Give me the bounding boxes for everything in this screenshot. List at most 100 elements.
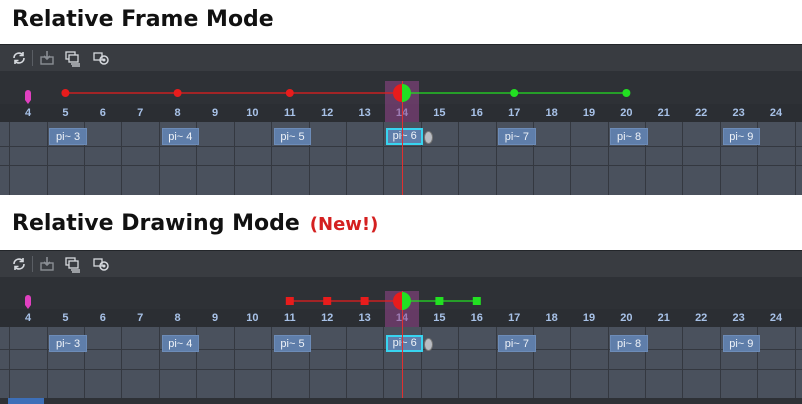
- current-handle-left: [393, 84, 402, 102]
- exposure-grid: pi~ 3 pi~ 4 pi~ 5 pi~ 6 pi~ 7 pi~ 8 pi~ 9: [0, 122, 802, 195]
- cel[interactable]: pi~ 3: [49, 128, 87, 145]
- frame-number: 12: [321, 107, 334, 119]
- frame-number: 21: [657, 312, 670, 324]
- frame-number: 23: [732, 107, 745, 119]
- previous-onion-point: [173, 89, 182, 97]
- frame-number: 9: [211, 107, 219, 119]
- frame-divider: [720, 327, 721, 404]
- frame-number: 9: [211, 312, 219, 324]
- frame-number: 7: [137, 107, 144, 119]
- previous-onion-point: [323, 297, 332, 305]
- onion-skin-icon: [64, 49, 82, 67]
- frame-number: 18: [545, 107, 558, 119]
- onion-settings-button[interactable]: [92, 49, 110, 67]
- scroll-thumb[interactable]: [8, 398, 44, 404]
- import-icon: [38, 255, 56, 273]
- frame-divider: [458, 327, 459, 404]
- frame-divider: [608, 122, 609, 195]
- bottom-scroll-strip[interactable]: [0, 398, 802, 404]
- frame-number: 17: [508, 107, 521, 119]
- frame-number: 16: [470, 107, 483, 119]
- frame-divider: [159, 122, 160, 195]
- new-badge: (New!): [309, 214, 379, 235]
- frame-divider: [121, 327, 122, 404]
- next-onion-point: [622, 89, 631, 97]
- frame-divider: [234, 327, 235, 404]
- frame-divider: [458, 122, 459, 195]
- cel-end-handle[interactable]: [424, 338, 433, 351]
- frame-number: 8: [174, 107, 181, 119]
- cel[interactable]: pi~ 9: [722, 335, 760, 352]
- cel-end-handle[interactable]: [424, 131, 433, 144]
- onion-settings-icon: [92, 49, 110, 67]
- timeline-panel-drawing-mode: 456789101112131415161718192021222324pi~ …: [0, 250, 802, 404]
- row-divider: [0, 146, 802, 147]
- frame-divider: [682, 122, 683, 195]
- frame-number: 20: [620, 312, 633, 324]
- frame-divider: [159, 327, 160, 404]
- frame-number: 7: [137, 312, 144, 324]
- onion-skin-button[interactable]: [64, 49, 82, 67]
- row-divider: [0, 369, 802, 370]
- loop-icon: [10, 255, 28, 273]
- onion-skin-icon: [64, 255, 82, 273]
- frame-number: 11: [283, 312, 296, 324]
- frame-divider: [682, 327, 683, 404]
- frame-divider: [9, 327, 10, 404]
- frame-number: 19: [582, 107, 596, 119]
- frame-number: 17: [508, 312, 521, 324]
- drawing-mode-title: Relative Drawing Mode: [12, 211, 300, 236]
- frame-divider: [496, 327, 497, 404]
- frame-divider: [570, 327, 571, 404]
- cel[interactable]: pi~ 7: [498, 128, 536, 145]
- frame-divider: [47, 122, 48, 195]
- import-button[interactable]: [38, 255, 56, 273]
- cel[interactable]: pi~ 8: [610, 335, 648, 352]
- cel[interactable]: pi~ 3: [49, 335, 87, 352]
- frame-divider: [795, 122, 796, 195]
- frame-divider: [234, 122, 235, 195]
- cel-current[interactable]: pi~ 6: [386, 128, 424, 145]
- onion-skin-range: [285, 292, 481, 310]
- import-button[interactable]: [38, 49, 56, 67]
- cel[interactable]: pi~ 4: [161, 335, 199, 352]
- frame-number: 5: [62, 107, 69, 119]
- onion-skin-range: [61, 84, 631, 102]
- frame-number: 13: [358, 107, 371, 119]
- frame-number: 21: [657, 107, 670, 119]
- toolbar-separator: [32, 256, 33, 272]
- frame-divider: [383, 122, 384, 195]
- drawing-mode-heading: Relative Drawing Mode (New!): [12, 211, 378, 236]
- cel[interactable]: pi~ 7: [498, 335, 536, 352]
- frame-number: 23: [732, 312, 745, 324]
- frame-divider: [47, 327, 48, 404]
- frame-number: 5: [62, 312, 69, 324]
- cel[interactable]: pi~ 5: [273, 128, 312, 145]
- frame-number: 18: [545, 312, 558, 324]
- cel-current[interactable]: pi~ 6: [386, 335, 424, 352]
- frame-number: 10: [246, 312, 259, 324]
- frame-divider: [121, 122, 122, 195]
- previous-onion-point: [285, 297, 294, 305]
- frame-number: 6: [99, 107, 106, 119]
- exposure-grid: pi~ 3 pi~ 4 pi~ 5 pi~ 6 pi~ 7 pi~ 8 pi~ 9: [0, 327, 802, 404]
- frame-number: 19: [582, 312, 596, 324]
- frame-divider: [346, 122, 347, 195]
- cel[interactable]: pi~ 9: [722, 128, 760, 145]
- loop-button[interactable]: [10, 255, 28, 273]
- frame-mode-title: Relative Frame Mode: [12, 7, 274, 32]
- loop-button[interactable]: [10, 49, 28, 67]
- frame-number: 4: [24, 312, 32, 324]
- frame-divider: [720, 122, 721, 195]
- cel[interactable]: pi~ 4: [161, 128, 199, 145]
- frame-number: 15: [433, 107, 446, 119]
- onion-skin-button[interactable]: [64, 255, 82, 273]
- cel[interactable]: pi~ 5: [273, 335, 312, 352]
- frame-divider: [496, 122, 497, 195]
- cel[interactable]: pi~ 8: [610, 128, 648, 145]
- frame-number: 10: [246, 107, 259, 119]
- frame-number: 13: [358, 312, 371, 324]
- toolbar-separator: [32, 50, 33, 66]
- previous-onion-point: [360, 297, 369, 305]
- onion-settings-button[interactable]: [92, 255, 110, 273]
